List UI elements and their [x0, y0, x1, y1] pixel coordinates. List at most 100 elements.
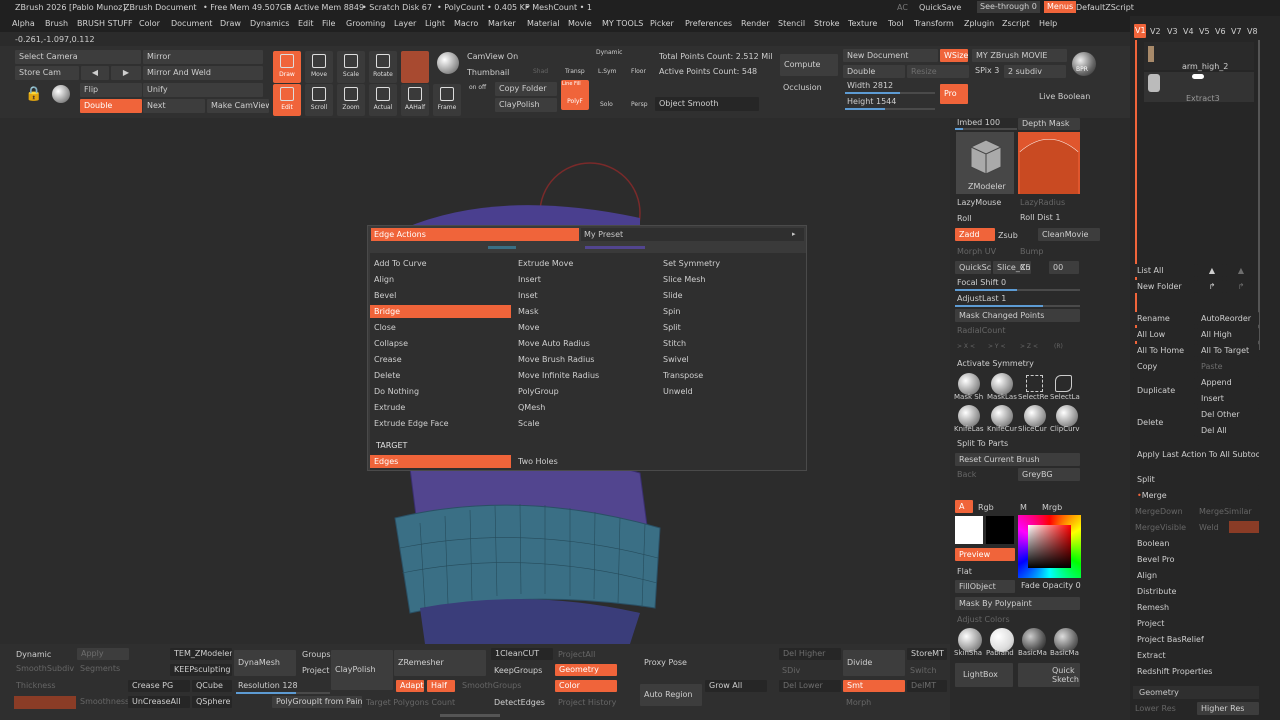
boolean-section[interactable]: Boolean — [1133, 537, 1259, 550]
menu-marker[interactable]: Marker — [488, 19, 516, 28]
action-add-to-curve[interactable]: Add To Curve — [370, 257, 427, 270]
version-v6[interactable]: V6 — [1215, 27, 1226, 36]
menu-zscript[interactable]: Zscript — [1002, 19, 1030, 28]
action-insert[interactable]: Insert — [514, 273, 541, 286]
dynamesh-button[interactable]: DynaMesh — [234, 650, 296, 676]
camview-sphere-icon[interactable] — [437, 52, 459, 74]
action-extrude-edge-face[interactable]: Extrude Edge Face — [370, 417, 449, 430]
material-sphere-icon[interactable] — [52, 85, 70, 103]
action-do-nothing[interactable]: Do Nothing — [370, 385, 419, 398]
del-other-button[interactable]: Del Other — [1197, 408, 1259, 421]
append-button[interactable]: Append — [1197, 376, 1259, 389]
menu-macro[interactable]: Macro — [454, 19, 478, 28]
resize-button[interactable]: Resize — [907, 65, 969, 78]
lock-icon[interactable]: 🔒 — [25, 86, 42, 102]
all-high-button[interactable]: All High — [1197, 328, 1259, 341]
width-slider[interactable]: Width 2812 — [847, 81, 893, 90]
proxy-pose-button[interactable]: Proxy Pose — [644, 658, 687, 667]
menu-brush[interactable]: Brush — [45, 19, 68, 28]
move-down-arrow-icon[interactable]: ▲ — [1226, 264, 1252, 277]
scale-mode-button[interactable]: Scale — [337, 51, 365, 83]
subtool-scrollbar-right[interactable] — [1258, 40, 1260, 350]
slicecurve-brush-icon[interactable] — [1024, 405, 1046, 427]
action-extrude[interactable]: Extrude — [370, 401, 405, 414]
menu-picker[interactable]: Picker — [650, 19, 674, 28]
main-color-swatch[interactable] — [955, 516, 983, 544]
del-higher-button[interactable]: Del Higher — [779, 648, 841, 660]
secondary-color-swatch[interactable] — [986, 516, 1014, 544]
quick-sketch-button[interactable]: Quick Sketch — [1018, 663, 1080, 687]
preview-button[interactable]: Preview — [955, 548, 1015, 561]
fade-opacity-slider[interactable]: Fade Opacity 0 — [1021, 581, 1081, 590]
action-mask[interactable]: Mask — [514, 305, 539, 318]
scroll-button[interactable]: Scroll — [305, 84, 333, 116]
version-v4[interactable]: V4 — [1183, 27, 1194, 36]
weld-button[interactable]: Weld — [1199, 523, 1219, 532]
geometry-header[interactable]: Geometry — [1133, 686, 1259, 699]
depth-mask-button[interactable]: Depth Mask — [1018, 118, 1080, 130]
autoreorder-button[interactable]: AutoReorder — [1197, 312, 1259, 325]
project-section[interactable]: Project — [1133, 617, 1259, 630]
smt-button[interactable]: Smt — [843, 680, 905, 692]
menus-toggle[interactable]: Menus — [1044, 1, 1077, 13]
menu-dynamics[interactable]: Dynamics — [250, 19, 289, 28]
action-transpose[interactable]: Transpose — [659, 369, 703, 382]
all-low-button[interactable]: All Low — [1133, 328, 1195, 341]
rgb-button[interactable]: Rgb — [978, 503, 994, 512]
quicksc-button[interactable]: QuickSc — [955, 261, 991, 274]
segments-slider[interactable]: Segments — [80, 664, 120, 673]
quicksave-button[interactable]: QuickSave — [919, 3, 961, 12]
my-preset-dropdown[interactable]: My Preset — [581, 228, 804, 241]
list-all-button[interactable]: List All — [1133, 264, 1195, 277]
prev-camera-arrow-icon[interactable]: ◀ — [81, 66, 109, 80]
projectall-button[interactable]: ProjectAll — [558, 650, 595, 659]
version-v3[interactable]: V3 — [1167, 27, 1178, 36]
auto-region-button[interactable]: Auto Region — [640, 684, 702, 706]
align-section[interactable]: Align — [1133, 569, 1259, 582]
next-button[interactable]: Next — [143, 99, 205, 113]
orange-brush-icon[interactable] — [401, 51, 429, 83]
version-v1[interactable]: V1 — [1134, 24, 1146, 38]
m-button[interactable]: M — [1020, 503, 1027, 512]
all-to-home-button[interactable]: All To Home — [1133, 344, 1195, 357]
object-smooth-button[interactable]: Object Smooth — [655, 97, 759, 111]
reset-current-brush-button[interactable]: Reset Current Brush — [955, 453, 1080, 466]
geometry-button[interactable]: Geometry — [555, 664, 617, 676]
smoothsubdiv-button[interactable]: SmoothSubdiv — [16, 664, 74, 673]
claypolish-bottom-button[interactable]: ClayPolish — [331, 650, 393, 690]
bevel-pro-section[interactable]: Bevel Pro — [1133, 553, 1259, 566]
action-crease[interactable]: Crease — [370, 353, 402, 366]
lsym-button[interactable]: L.Sym — [598, 68, 616, 75]
mergevisible-button[interactable]: MergeVisible — [1135, 523, 1186, 532]
action-scale[interactable]: Scale — [514, 417, 540, 430]
action-qmesh[interactable]: QMesh — [514, 401, 545, 414]
bump-slider[interactable]: Bump — [1020, 247, 1043, 256]
sym-z-button[interactable]: > Z < — [1020, 343, 1038, 350]
keepgroups-button[interactable]: KeepGroups — [494, 666, 542, 675]
edit-mode-button[interactable]: Edit — [273, 84, 301, 116]
action-move-brush-radius[interactable]: Move Brush Radius — [514, 353, 594, 366]
higher-res-button[interactable]: Higher Res — [1197, 702, 1259, 715]
roll-dist-slider[interactable]: Roll Dist 1 — [1020, 213, 1060, 222]
lower-res-button[interactable]: Lower Res — [1135, 704, 1176, 713]
menu-layer[interactable]: Layer — [394, 19, 416, 28]
all-to-target-button[interactable]: All To Target — [1197, 344, 1259, 357]
menu-document[interactable]: Document — [171, 19, 212, 28]
folder-arrow-icon[interactable]: ↱ — [1197, 280, 1223, 293]
switch-button[interactable]: Switch — [910, 666, 936, 675]
split-section[interactable]: Split — [1133, 473, 1259, 486]
action-collapse[interactable]: Collapse — [370, 337, 408, 350]
mirror-button[interactable]: Mirror — [143, 50, 263, 64]
menu-movie[interactable]: Movie — [568, 19, 592, 28]
tem-zmodeler-button[interactable]: TEM_ZModeler — [170, 648, 232, 660]
move-mode-button[interactable]: Move — [305, 51, 333, 83]
grow-all-button[interactable]: Grow All — [705, 680, 767, 692]
adjust-colors-button[interactable]: Adjust Colors — [957, 615, 1010, 624]
version-v8[interactable]: V8 — [1247, 27, 1258, 36]
qcube-button[interactable]: QCube — [192, 680, 232, 692]
weld-toggle[interactable] — [1229, 521, 1259, 533]
adjustlast-slider[interactable]: AdjustLast 1 — [957, 294, 1006, 303]
mergedown-button[interactable]: MergeDown — [1135, 507, 1183, 516]
project-history-button[interactable]: Project History — [558, 698, 616, 707]
double-button[interactable]: Double — [80, 99, 142, 113]
